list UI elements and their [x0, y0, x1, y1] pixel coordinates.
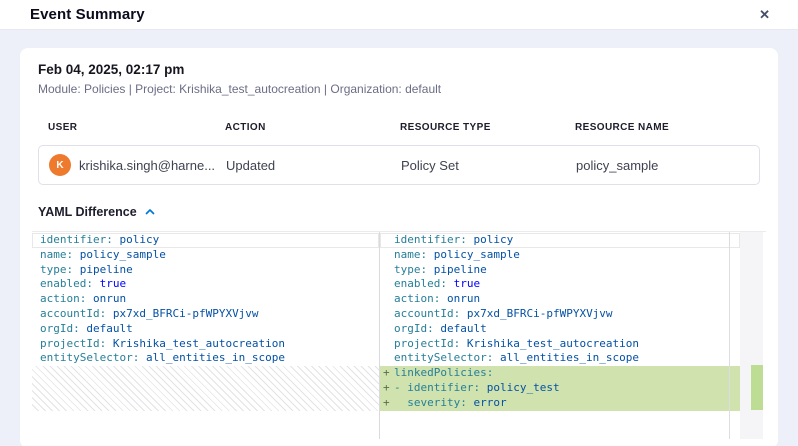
diff-added-gutter [380, 337, 394, 352]
event-timestamp: Feb 04, 2025, 02:17 pm [38, 62, 760, 77]
avatar: K [49, 154, 71, 176]
diff-added-gutter [380, 292, 394, 307]
user-email: krishika.singh@harne... [79, 158, 215, 173]
diff-added-gutter: + [380, 396, 394, 411]
resource-name-value: policy_sample [576, 158, 749, 173]
code-line: orgId: default [380, 322, 740, 337]
chevron-up-icon [144, 206, 156, 218]
diff-pane-modified[interactable]: identifier: policyname: policy_sampletyp… [380, 233, 740, 411]
page-title: Event Summary [30, 6, 145, 23]
diff-added-gutter [380, 248, 394, 263]
code-line: name: policy_sample [32, 248, 379, 263]
diff-content-edge [729, 232, 730, 439]
table-row: K krishika.singh@harne... Updated Policy… [38, 145, 760, 185]
code-line: action: onrun [380, 292, 740, 307]
code-line: +- identifier: policy_test [380, 381, 740, 396]
code-line: type: pipeline [380, 263, 740, 278]
column-resource-type: RESOURCE TYPE [400, 122, 575, 133]
code-line: action: onrun [32, 292, 379, 307]
code-line: identifier: policy [380, 233, 740, 248]
resource-type-value: Policy Set [401, 158, 576, 173]
diff-added-gutter [380, 307, 394, 322]
column-resource-name: RESOURCE NAME [575, 122, 750, 133]
action-value: Updated [226, 158, 401, 173]
diff-added-gutter [380, 263, 394, 278]
diff-added-gutter: + [380, 366, 394, 381]
code-line: + severity: error [380, 396, 740, 411]
yaml-difference-label: YAML Difference [38, 205, 137, 219]
code-line: +linkedPolicies: [380, 366, 740, 381]
column-user: USER [48, 122, 225, 133]
diff-added-gutter [380, 351, 394, 366]
diff-added-marker [751, 365, 763, 410]
code-line: identifier: policy [32, 233, 379, 248]
code-line: accountId: px7xd_BFRCi-pfWPYXVjvw [380, 307, 740, 322]
code-line: accountId: px7xd_BFRCi-pfWPYXVjvw [32, 307, 379, 322]
diff-placeholder-hatch [32, 366, 379, 410]
diff-added-gutter [380, 233, 394, 248]
diff-added-gutter [380, 277, 394, 292]
audit-table: USER ACTION RESOURCE TYPE RESOURCE NAME … [38, 122, 760, 185]
code-line: entitySelector: all_entities_in_scope [380, 351, 740, 366]
diff-added-gutter: + [380, 381, 394, 396]
code-line: entitySelector: all_entities_in_scope [32, 351, 379, 366]
event-card: Feb 04, 2025, 02:17 pm Module: Policies … [20, 48, 778, 446]
diff-pane-original[interactable]: identifier: policyname: policy_sampletyp… [32, 233, 379, 411]
user-cell: K krishika.singh@harne... [49, 154, 226, 176]
code-line: projectId: Krishika_test_autocreation [32, 337, 379, 352]
yaml-difference-toggle[interactable]: YAML Difference [38, 205, 156, 219]
diff-added-gutter [380, 322, 394, 337]
close-icon[interactable]: ✕ [757, 6, 772, 23]
diff-overview-ruler[interactable] [740, 232, 763, 439]
modal-header: Event Summary ✕ [0, 0, 798, 30]
code-line: projectId: Krishika_test_autocreation [380, 337, 740, 352]
yaml-diff-editor: identifier: policyname: policy_sampletyp… [32, 231, 766, 439]
code-line: orgId: default [32, 322, 379, 337]
code-line: enabled: true [32, 277, 379, 292]
code-line: name: policy_sample [380, 248, 740, 263]
column-action: ACTION [225, 122, 400, 133]
code-line: type: pipeline [32, 263, 379, 278]
audit-table-header: USER ACTION RESOURCE TYPE RESOURCE NAME [38, 122, 760, 133]
event-context: Module: Policies | Project: Krishika_tes… [38, 82, 760, 96]
code-line: enabled: true [380, 277, 740, 292]
